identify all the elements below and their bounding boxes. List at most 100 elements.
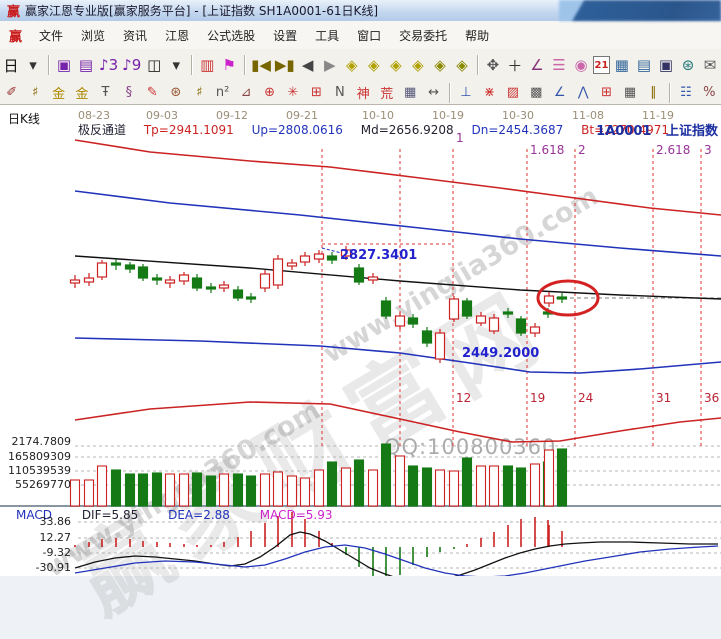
candle-dropdown-arrow-icon[interactable]: ▾	[166, 53, 186, 77]
red-pen-icon[interactable]: ✎	[142, 83, 163, 103]
volume-bar	[396, 456, 405, 506]
angle2-icon[interactable]: ∠	[549, 83, 570, 103]
macd-value: MACD=5.93	[260, 508, 333, 522]
width-arrows-icon[interactable]: ↔	[423, 83, 444, 103]
fib-grid-icon[interactable]: ⊞	[596, 83, 617, 103]
candle-body	[247, 297, 256, 299]
menu-item-4[interactable]: 江恩	[156, 29, 198, 43]
crosshair-icon[interactable]: ＋	[505, 53, 525, 77]
menu-item-9[interactable]: 交易委托	[390, 29, 456, 43]
period-selector-icon[interactable]: 日	[1, 53, 21, 77]
diamond-up-icon[interactable]: ◈	[386, 53, 406, 77]
brain-icon[interactable]: ◉	[571, 53, 591, 77]
n-wave-icon[interactable]: N	[329, 83, 350, 103]
red-grid-icon[interactable]: ⊞	[306, 83, 327, 103]
volume-bar	[342, 468, 351, 506]
app-logo-icon: 赢	[7, 1, 20, 20]
menu-item-8[interactable]: 窗口	[348, 29, 390, 43]
volume-bar	[85, 480, 94, 506]
diamond-left-icon[interactable]: ◈	[342, 53, 362, 77]
red-box-icon[interactable]: ▨	[502, 83, 523, 103]
n-square-icon[interactable]: n²	[212, 83, 233, 103]
fib-day-label: 24	[578, 391, 593, 405]
huang-tool-icon[interactable]: 荒	[376, 83, 397, 103]
diamond-right-icon[interactable]: ◈	[364, 53, 384, 77]
menu-item-2[interactable]: 浏览	[72, 29, 114, 43]
kline-period-tab[interactable]: 日K线	[8, 110, 40, 127]
prev-page-icon[interactable]: ◀	[298, 53, 318, 77]
candle-body	[355, 268, 364, 282]
quote-list-icon[interactable]: ☷	[675, 83, 696, 103]
candle-body	[126, 265, 135, 269]
kline-3-icon[interactable]: ♪3	[98, 53, 119, 77]
candle-body	[261, 274, 270, 288]
calculator-icon[interactable]: ▦	[612, 53, 632, 77]
volume-bar	[328, 462, 337, 506]
info-list-icon[interactable]: ▤	[76, 53, 96, 77]
hand-tool-icon[interactable]: ✥	[483, 53, 503, 77]
percent-icon[interactable]: %	[699, 83, 720, 103]
volume-bar	[355, 460, 364, 506]
menu-item-7[interactable]: 工具	[306, 29, 348, 43]
diamond-down-icon[interactable]: ◈	[408, 53, 428, 77]
gann-line-icon[interactable]: ♯	[24, 83, 45, 103]
first-page-icon[interactable]: ▮◀	[250, 53, 272, 77]
price-grid-icon[interactable]: ▦	[399, 83, 420, 103]
menu-item-3[interactable]: 资讯	[114, 29, 156, 43]
annotation-low: 2449.2000	[462, 346, 539, 361]
menu-item-5[interactable]: 公式选股	[198, 29, 264, 43]
spiral-icon[interactable]: §	[118, 83, 139, 103]
symbol-name: 上证指数	[666, 124, 718, 139]
macd-scale-label: -30.91	[0, 561, 71, 574]
gold-ratio-icon[interactable]: 金	[71, 83, 92, 103]
fib-ratio-label: 2	[578, 143, 586, 157]
volume-bar	[477, 466, 486, 506]
menu-item-1[interactable]: 文件	[30, 29, 72, 43]
kline-page-icon[interactable]: ▥	[197, 53, 217, 77]
rays-icon[interactable]: ⋇	[479, 83, 500, 103]
save-icon[interactable]: ▣	[656, 53, 676, 77]
macd-dea-line	[75, 545, 718, 576]
diamond-center-icon[interactable]: ◈	[452, 53, 472, 77]
chart-canvas[interactable]: 08-2309-0309-1209-2110-1010-1910-3011-08…	[0, 105, 721, 576]
shen-tool-icon[interactable]: 神	[353, 83, 374, 103]
volume-bar	[274, 472, 283, 506]
menu-item-6[interactable]: 设置	[264, 29, 306, 43]
volume-bar	[504, 466, 513, 506]
flag-chart-icon[interactable]: ⚑	[219, 53, 239, 77]
cycle-circle-icon[interactable]: ⊛	[165, 83, 186, 103]
last-page-icon[interactable]: ▶▮	[274, 53, 296, 77]
angle-fan-icon[interactable]: ⊿	[235, 83, 256, 103]
candle-body	[85, 278, 94, 282]
menu-item-10[interactable]: 帮助	[456, 29, 498, 43]
f-tool-icon[interactable]: Ŧ	[95, 83, 116, 103]
grid3-icon[interactable]: ▦	[619, 83, 640, 103]
target-icon[interactable]: ⊕	[259, 83, 280, 103]
volume-bar	[234, 474, 243, 506]
windows-overlap-icon[interactable]: ▣	[54, 53, 74, 77]
time-grid-icon[interactable]: ♯	[189, 83, 210, 103]
polyline-icon[interactable]: ⋀	[572, 83, 593, 103]
mail-icon[interactable]: ✉	[700, 53, 720, 77]
next-page-icon[interactable]: ▶	[320, 53, 340, 77]
star-burst-icon[interactable]: ✳	[282, 83, 303, 103]
diamond-cross-icon[interactable]: ◈	[430, 53, 450, 77]
period-dropdown-arrow-icon[interactable]: ▾	[23, 53, 43, 77]
gold-split-icon[interactable]: 金	[48, 83, 69, 103]
chart-region[interactable]: 赢家财富网 www.yingjia360.com www.yingjia360.…	[0, 104, 721, 576]
pink-grid-icon[interactable]: ☰	[549, 53, 569, 77]
parallel-icon[interactable]: ∥	[643, 83, 664, 103]
report-icon[interactable]: ▤	[634, 53, 654, 77]
candle-body	[139, 267, 148, 278]
candle-body	[288, 263, 297, 266]
angle-measure-icon[interactable]: ∠	[527, 53, 547, 77]
overlapping-window	[559, 0, 721, 21]
pen-tool-icon[interactable]: ✐	[1, 83, 22, 103]
measure-icon[interactable]: ⊥	[455, 83, 476, 103]
toolbar-main: 日▾▣▤♪3♪9◫▾▥⚑▮◀▶▮◀▶◈◈◈◈◈◈✥＋∠☰◉21▦▤▣⊛✉	[0, 49, 721, 82]
candle-style-icon[interactable]: ◫	[144, 53, 164, 77]
kline-9-icon[interactable]: ♪9	[121, 53, 142, 77]
calendar-icon[interactable]: 21	[593, 56, 610, 74]
globe-icon[interactable]: ⊛	[678, 53, 698, 77]
dark-box-icon[interactable]: ▩	[526, 83, 547, 103]
